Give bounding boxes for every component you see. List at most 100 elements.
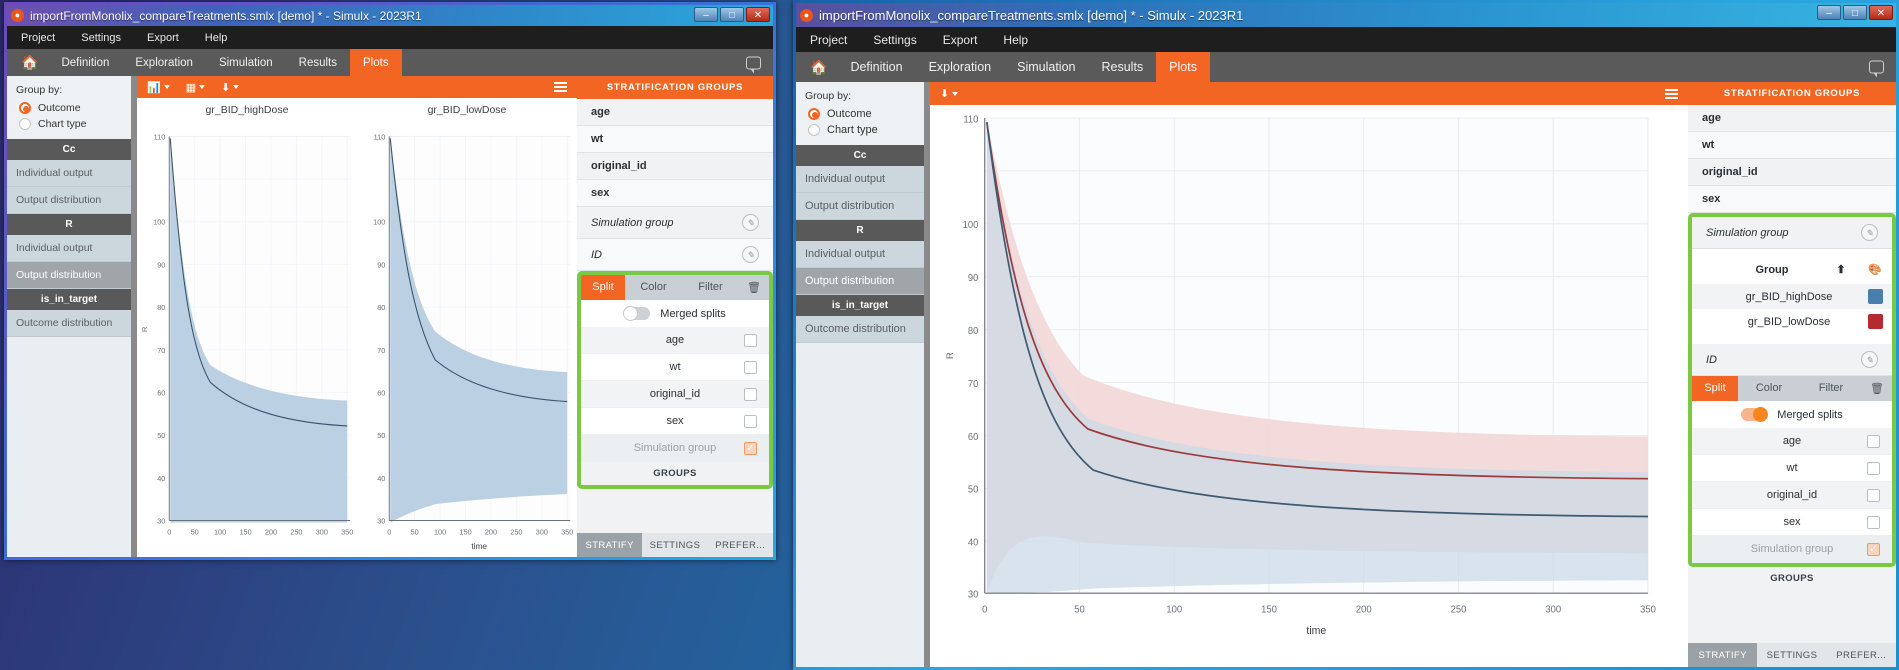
split-row-age-checkbox[interactable] <box>744 334 757 347</box>
split-row-simulation-group-checkbox[interactable]: ✓ <box>744 442 757 455</box>
tab-filter[interactable]: Filter <box>1800 376 1862 401</box>
group-row-highdose[interactable]: gr_BID_highDose <box>1692 284 1892 309</box>
trash-icon[interactable]: 🗑 <box>1862 376 1892 401</box>
split-row-original-id-checkbox[interactable] <box>744 388 757 401</box>
covariate-wt[interactable]: wt <box>1688 132 1896 159</box>
tab-exploration[interactable]: Exploration <box>916 52 1005 82</box>
merged-splits-row-left[interactable]: Merged splits <box>581 300 769 327</box>
menu-item-settings[interactable]: Settings <box>873 33 916 47</box>
chart-type-icon[interactable]: 📊 <box>147 81 170 94</box>
chat-bubble-icon[interactable] <box>746 56 761 69</box>
split-row-wt[interactable]: wt <box>1692 455 1892 482</box>
split-row-original-id[interactable]: original_id <box>581 381 769 408</box>
maximize-button[interactable]: □ <box>720 7 744 22</box>
split-row-age[interactable]: age <box>1692 428 1892 455</box>
covariate-sex[interactable]: sex <box>577 180 773 207</box>
tab-plots[interactable]: Plots <box>350 49 402 76</box>
download-icon[interactable]: ⬇ <box>221 81 239 94</box>
group-row-lowdose[interactable]: gr_BID_lowDose <box>1692 309 1892 334</box>
palette-icon[interactable]: 🎨 <box>1858 263 1892 276</box>
split-row-age[interactable]: age <box>581 327 769 354</box>
radio-chart-type[interactable]: Chart type <box>805 122 915 138</box>
covariate-wt[interactable]: wt <box>577 126 773 153</box>
covariate-original-id[interactable]: original_id <box>577 153 773 180</box>
menu-item-help[interactable]: Help <box>1003 33 1028 47</box>
bottom-tab-preferences[interactable]: PREFER... <box>1827 643 1896 667</box>
menu-item-project[interactable]: Project <box>810 33 847 47</box>
split-row-simulation-group[interactable]: Simulation group ✓ <box>1692 536 1892 563</box>
eyedropper-icon[interactable]: ✎ <box>742 246 759 263</box>
bottom-tab-stratify[interactable]: STRATIFY <box>1688 643 1757 667</box>
radio-outcome[interactable]: Outcome <box>16 100 122 116</box>
radio-chart-type[interactable]: Chart type <box>16 116 122 132</box>
layout-grid-icon[interactable]: ▦ <box>186 81 205 94</box>
group-row-highdose-swatch[interactable] <box>1858 289 1892 304</box>
sort-asc-icon[interactable]: ⬆ <box>1824 263 1858 276</box>
covariate-simulation-group[interactable]: Simulation group ✎ <box>577 207 773 239</box>
nav-item-outcome-distribution[interactable]: Outcome distribution <box>796 316 924 343</box>
tab-simulation[interactable]: Simulation <box>1004 52 1088 82</box>
nav-item-cc-individual-output[interactable]: Individual output <box>7 160 131 187</box>
group-row-lowdose-swatch[interactable] <box>1858 314 1892 329</box>
split-row-sex[interactable]: sex <box>1692 509 1892 536</box>
minimize-button[interactable]: – <box>694 7 718 22</box>
tab-simulation[interactable]: Simulation <box>206 49 286 76</box>
covariate-id[interactable]: ID ✎ <box>577 239 773 271</box>
split-row-sex[interactable]: sex <box>581 408 769 435</box>
split-row-age-checkbox[interactable] <box>1867 435 1880 448</box>
radio-outcome[interactable]: Outcome <box>805 106 915 122</box>
tab-split[interactable]: Split <box>581 275 625 300</box>
eyedropper-icon[interactable]: ✎ <box>1861 224 1878 241</box>
tab-plots[interactable]: Plots <box>1156 52 1210 82</box>
covariate-age[interactable]: age <box>577 99 773 126</box>
nav-item-r-individual-output[interactable]: Individual output <box>796 241 924 268</box>
menu-item-export[interactable]: Export <box>943 33 978 47</box>
merged-splits-row-right[interactable]: Merged splits <box>1692 401 1892 428</box>
tab-filter[interactable]: Filter <box>682 275 739 300</box>
covariate-sex[interactable]: sex <box>1688 186 1896 213</box>
nav-item-cc-output-distribution[interactable]: Output distribution <box>7 187 131 214</box>
eyedropper-icon[interactable]: ✎ <box>742 214 759 231</box>
tab-definition[interactable]: Definition <box>837 52 915 82</box>
menu-item-export[interactable]: Export <box>147 32 179 44</box>
maximize-button[interactable]: □ <box>1843 5 1867 20</box>
close-button[interactable]: ✕ <box>746 7 770 22</box>
home-icon[interactable]: 🏠 <box>7 49 48 76</box>
bottom-tab-settings[interactable]: SETTINGS <box>642 533 707 557</box>
tab-definition[interactable]: Definition <box>48 49 122 76</box>
split-row-wt-checkbox[interactable] <box>744 361 757 374</box>
tab-exploration[interactable]: Exploration <box>122 49 206 76</box>
split-row-wt-checkbox[interactable] <box>1867 462 1880 475</box>
download-icon[interactable]: ⬇ <box>940 87 958 100</box>
menu-item-settings[interactable]: Settings <box>81 32 121 44</box>
nav-item-cc-output-distribution[interactable]: Output distribution <box>796 193 924 220</box>
covariate-simulation-group[interactable]: Simulation group ✎ <box>1692 217 1892 249</box>
bottom-tab-stratify[interactable]: STRATIFY <box>577 533 642 557</box>
split-row-sex-checkbox[interactable] <box>744 415 757 428</box>
nav-item-r-output-distribution[interactable]: Output distribution <box>796 268 924 295</box>
tab-color[interactable]: Color <box>1738 376 1800 401</box>
split-row-sex-checkbox[interactable] <box>1867 516 1880 529</box>
merged-splits-toggle[interactable] <box>1741 408 1767 421</box>
covariate-original-id[interactable]: original_id <box>1688 159 1896 186</box>
nav-item-r-output-distribution[interactable]: Output distribution <box>7 262 131 289</box>
covariate-id[interactable]: ID ✎ <box>1692 344 1892 376</box>
tab-results[interactable]: Results <box>1088 52 1156 82</box>
chat-bubble-icon[interactable] <box>1869 61 1884 74</box>
close-button[interactable]: ✕ <box>1869 5 1893 20</box>
nav-item-cc-individual-output[interactable]: Individual output <box>796 166 924 193</box>
menu-item-project[interactable]: Project <box>21 32 55 44</box>
nav-item-r-individual-output[interactable]: Individual output <box>7 235 131 262</box>
menu-item-help[interactable]: Help <box>205 32 228 44</box>
split-row-original-id-checkbox[interactable] <box>1867 489 1880 502</box>
tab-color[interactable]: Color <box>625 275 682 300</box>
bottom-tab-preferences[interactable]: PREFER... <box>708 533 773 557</box>
split-row-original-id[interactable]: original_id <box>1692 482 1892 509</box>
merged-splits-toggle[interactable] <box>624 307 650 320</box>
minimize-button[interactable]: – <box>1817 5 1841 20</box>
trash-icon[interactable]: 🗑 <box>739 275 769 300</box>
hamburger-menu-icon[interactable] <box>554 82 567 92</box>
nav-item-outcome-distribution[interactable]: Outcome distribution <box>7 310 131 337</box>
home-icon[interactable]: 🏠 <box>796 52 837 82</box>
split-row-simulation-group-checkbox[interactable]: ✓ <box>1867 543 1880 556</box>
